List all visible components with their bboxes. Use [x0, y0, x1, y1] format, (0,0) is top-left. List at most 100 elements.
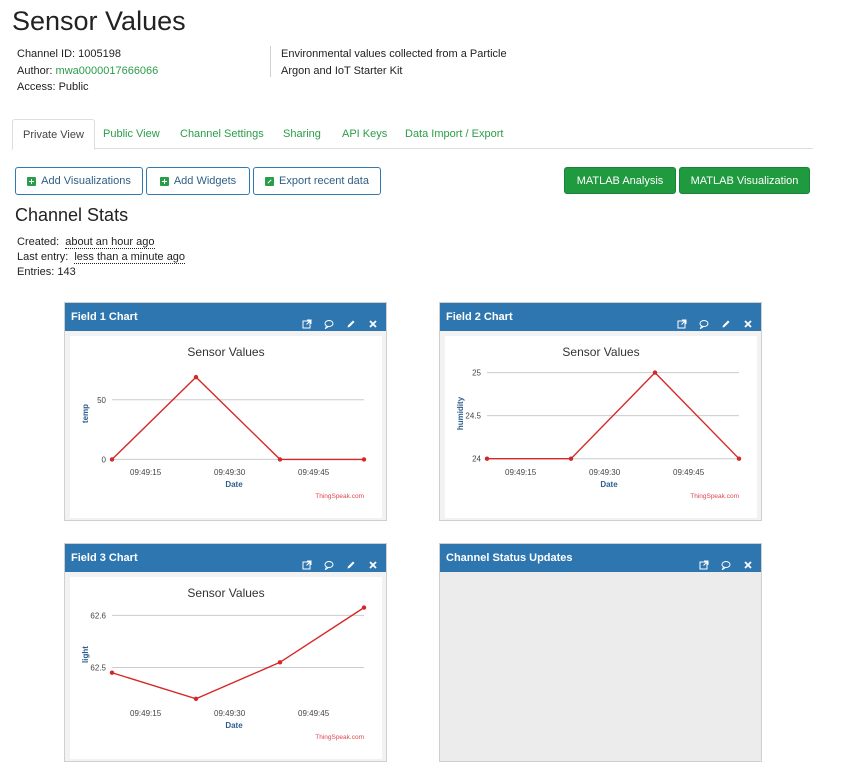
y-tick-label: 62.5 — [90, 664, 106, 673]
close-icon[interactable] — [743, 312, 753, 328]
chart-svg: Sensor Values 24 24.5 25 09:49:15 09:49:30 09:… — [456, 345, 742, 500]
x-tick-label: 09:49:30 — [589, 468, 621, 477]
panel-actions — [302, 544, 378, 572]
pencil-icon[interactable] — [346, 312, 356, 328]
comment-icon[interactable] — [324, 553, 334, 571]
pencil-icon[interactable] — [346, 553, 356, 569]
data-point — [652, 370, 658, 375]
page-title: Sensor Values — [12, 6, 186, 36]
comment-icon[interactable] — [721, 553, 731, 571]
pencil-icon[interactable] — [721, 312, 731, 328]
data-point — [568, 456, 574, 461]
x-tick-label: 09:49:15 — [505, 468, 537, 477]
data-point — [193, 696, 199, 701]
tab-public-view[interactable]: Public View — [103, 119, 160, 149]
close-icon[interactable] — [368, 553, 378, 569]
panel-actions — [699, 544, 753, 572]
y-tick-label: 25 — [472, 369, 481, 378]
field-1-chart-panel: Field 1 Chart Sensor Values 0 50 09:49:15 09… — [64, 302, 387, 521]
export-icon — [265, 176, 275, 186]
matlab-visualization-button[interactable]: MATLAB Visualization — [679, 167, 810, 194]
author-link[interactable]: mwa0000017666066 — [56, 65, 159, 77]
add-visualizations-label: Add Visualizations — [41, 175, 131, 187]
y-tick-label: 24 — [472, 455, 481, 464]
channel-tabs: Private View Public View Channel Setting… — [12, 119, 813, 150]
created-label: Created: — [17, 236, 60, 248]
field-2-chart: Sensor Values 24 24.5 25 09:49:15 09:49:30 09:… — [445, 336, 757, 518]
entries-value: 143 — [57, 266, 76, 278]
add-widgets-label: Add Widgets — [173, 175, 237, 187]
panel-actions — [302, 303, 378, 331]
add-widgets-button[interactable]: Add Widgets — [146, 167, 250, 195]
channel-meta: Channel ID: 1005198 Author: mwa000001766… — [17, 46, 158, 96]
close-icon[interactable] — [368, 312, 378, 328]
chart-title: Sensor Values — [187, 586, 264, 600]
x-tick-label: 09:49:45 — [298, 468, 330, 477]
channel-id-value: 1005198 — [78, 48, 121, 60]
panel-header: Field 2 Chart — [440, 303, 761, 331]
series-line — [111, 607, 365, 700]
plus-icon — [27, 176, 37, 186]
chart-svg: Sensor Values 0 50 09:49:15 09:49:30 09:49:45… — [81, 345, 367, 500]
x-tick-label: 09:49:45 — [673, 468, 705, 477]
field-3-chart-panel: Field 3 Chart Sensor Values 62.5 62.6 09:49… — [64, 543, 387, 762]
channel-status-panel: Channel Status Updates — [439, 543, 762, 762]
close-icon[interactable] — [743, 553, 753, 569]
created-value: about an hour ago — [65, 236, 155, 249]
external-link-icon[interactable] — [677, 312, 687, 329]
export-recent-data-label: Export recent data — [279, 175, 369, 187]
channel-id-row: Channel ID: 1005198 — [17, 46, 158, 63]
export-recent-data-button[interactable]: Export recent data — [253, 167, 381, 195]
access-row: Access: Public — [17, 79, 158, 96]
tab-sharing[interactable]: Sharing — [283, 119, 321, 149]
data-point — [736, 456, 742, 461]
panel-actions — [677, 303, 753, 331]
x-tick-label: 09:49:30 — [214, 709, 246, 718]
matlab-analysis-button[interactable]: MATLAB Analysis — [564, 167, 676, 194]
data-point — [193, 374, 199, 380]
external-link-icon[interactable] — [699, 553, 709, 570]
chart-credit: ThingSpeak.com — [315, 493, 364, 500]
y-axis-label: light — [81, 646, 90, 663]
channel-id-label: Channel ID: — [17, 48, 76, 60]
comment-icon[interactable] — [324, 312, 334, 330]
last-entry-label: Last entry: — [17, 251, 69, 263]
panel-header: Field 3 Chart — [65, 544, 386, 572]
tab-private-view[interactable]: Private View — [12, 119, 95, 150]
channel-description: Environmental values collected from a Pa… — [281, 48, 507, 77]
field-2-chart-panel: Field 2 Chart Sensor Values 24 24.5 25 09:49… — [439, 302, 762, 521]
plus-icon — [159, 176, 169, 186]
y-tick-label: 62.6 — [90, 611, 106, 620]
chart-credit: ThingSpeak.com — [690, 493, 739, 500]
y-axis-label: temp — [81, 404, 90, 423]
data-point — [109, 670, 115, 675]
x-tick-label: 09:49:30 — [214, 468, 246, 477]
panel-title: Field 2 Chart — [446, 311, 513, 323]
author-row: Author: mwa0000017666066 — [17, 63, 158, 80]
access-value: Public — [58, 81, 89, 93]
tab-data-import-export[interactable]: Data Import / Export — [405, 119, 503, 149]
y-axis-label: humidity — [456, 396, 465, 430]
data-point — [484, 456, 490, 461]
external-link-icon[interactable] — [302, 553, 312, 570]
stat-entries: Entries: 143 — [17, 266, 76, 278]
field-3-chart: Sensor Values 62.5 62.6 09:49:15 09:49:30 09:… — [70, 577, 382, 759]
entries-label: Entries: — [17, 266, 55, 278]
author-label: Author: — [17, 64, 53, 77]
channel-stats-title: Channel Stats — [15, 205, 129, 225]
data-point — [109, 457, 115, 462]
x-axis-label: Date — [225, 480, 243, 489]
y-tick-label: 0 — [102, 455, 107, 464]
comment-icon[interactable] — [699, 312, 709, 330]
data-point — [361, 605, 367, 610]
tab-channel-settings[interactable]: Channel Settings — [180, 119, 264, 149]
tab-api-keys[interactable]: API Keys — [342, 119, 387, 149]
chart-svg: Sensor Values 62.5 62.6 09:49:15 09:49:30 09:… — [81, 586, 367, 741]
panel-header: Channel Status Updates — [440, 544, 761, 572]
x-tick-label: 09:49:15 — [130, 468, 162, 477]
data-point — [361, 457, 367, 462]
external-link-icon[interactable] — [302, 312, 312, 329]
chart-title: Sensor Values — [562, 345, 639, 359]
stat-last-entry: Last entry: less than a minute ago — [17, 251, 186, 264]
add-visualizations-button[interactable]: Add Visualizations — [15, 167, 143, 195]
